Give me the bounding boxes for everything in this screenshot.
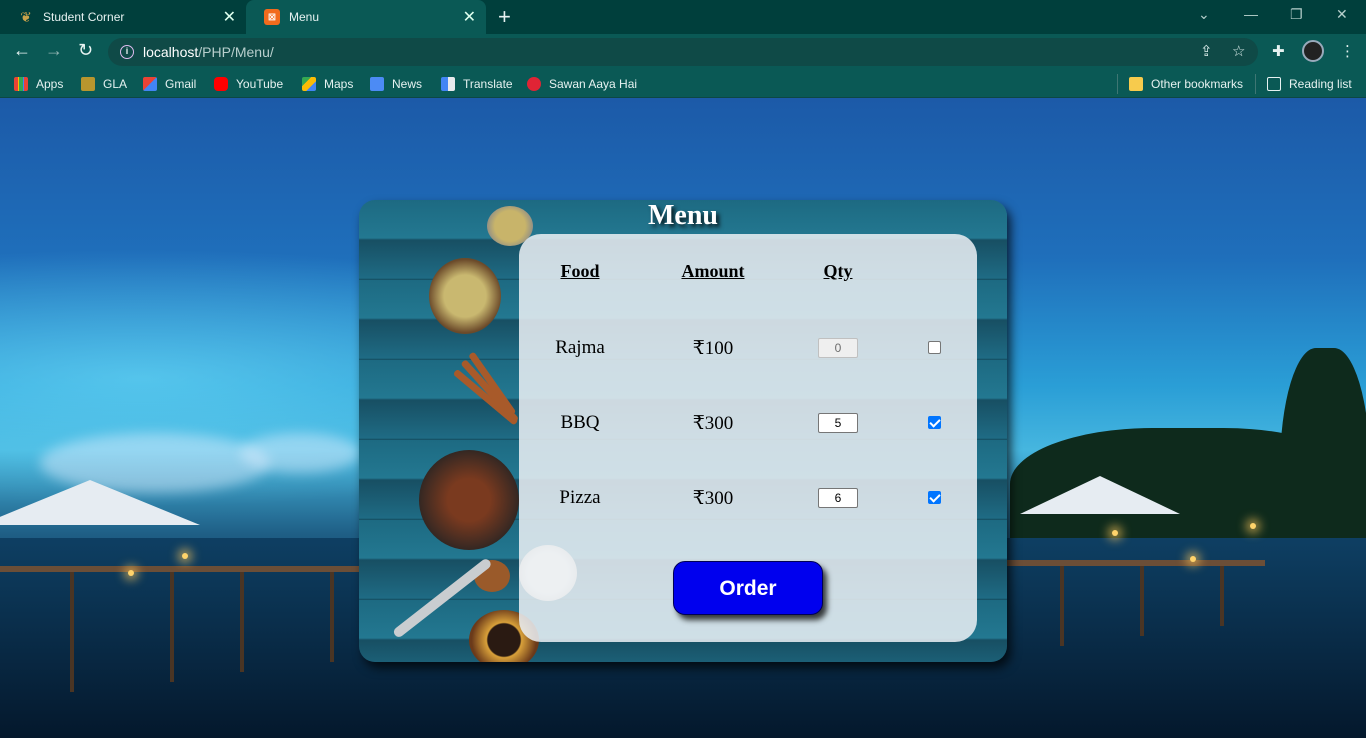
bookmark-label: Other bookmarks: [1151, 77, 1244, 91]
bookmark-news[interactable]: News: [370, 77, 422, 91]
lamp-light: [128, 570, 134, 576]
close-tab-icon[interactable]: ✕: [223, 7, 236, 27]
new-tab-icon[interactable]: +: [498, 4, 511, 30]
more-menu-icon[interactable]: ⋮: [1340, 42, 1355, 60]
pier-post: [170, 572, 174, 682]
bookmarks-divider: [1255, 74, 1256, 94]
lamp-light: [182, 553, 188, 559]
header-food: Food: [560, 261, 600, 281]
tent-roof: [0, 480, 200, 525]
xampp-favicon-icon: ⊠: [264, 9, 280, 25]
food-amount: ₹300: [692, 413, 734, 434]
bookmark-star-icon[interactable]: ☆: [1232, 42, 1245, 60]
bookmark-sawan-aaya-hai[interactable]: Sawan Aaya Hai: [527, 77, 637, 91]
qty-input[interactable]: 6: [818, 488, 858, 508]
bookmark-label: Sawan Aaya Hai: [549, 77, 638, 91]
apps-grid-icon: [14, 77, 28, 91]
pier-post: [1140, 566, 1144, 636]
cardamom-bowl: [429, 258, 501, 334]
food-name: Pizza: [559, 487, 601, 508]
menu-title: Menu: [648, 200, 718, 231]
cloud: [240, 433, 360, 473]
forward-arrow-icon[interactable]: →: [45, 40, 63, 61]
header-qty: Qty: [823, 261, 853, 281]
food-amount: ₹300: [692, 488, 734, 509]
star-anise-bowl: [419, 450, 519, 550]
profile-avatar[interactable]: [1302, 40, 1324, 62]
tab-student-corner[interactable]: ❦ Student Corner ✕: [0, 0, 246, 34]
tab-strip: ❦ Student Corner ✕ ⊠ Menu ✕ + ⌄ — ❐ ✕: [0, 0, 1366, 34]
bookmark-translate[interactable]: Translate: [441, 77, 513, 91]
bookmark-label: Maps: [324, 77, 354, 91]
pier-deck: [0, 566, 360, 572]
share-icon[interactable]: ⇪: [1200, 42, 1213, 60]
bookmark-maps[interactable]: Maps: [302, 77, 353, 91]
reload-icon[interactable]: ↻: [78, 40, 93, 61]
lamp-light: [1112, 530, 1118, 536]
pier-post: [240, 572, 244, 672]
reading-list-button[interactable]: Reading list: [1267, 77, 1352, 91]
food-name: BBQ: [560, 412, 600, 433]
select-checkbox[interactable]: [928, 491, 941, 504]
food-amount: ₹100: [692, 338, 734, 359]
url-text[interactable]: localhost/PHP/Menu/: [143, 44, 274, 60]
select-checkbox[interactable]: [928, 341, 941, 354]
lamp-light: [1250, 523, 1256, 529]
bookmark-label: GLA: [103, 77, 128, 91]
tab-search-chevron-icon[interactable]: ⌄: [1198, 6, 1210, 23]
extensions-puzzle-icon[interactable]: ✚: [1272, 42, 1285, 60]
bookmarks-bar: Apps GLA Gmail YouTube Maps News Transla…: [0, 70, 1366, 98]
translate-icon: [441, 77, 455, 91]
close-tab-icon[interactable]: ✕: [463, 7, 476, 27]
tab-title: Student Corner: [43, 10, 125, 24]
bookmark-label: Translate: [463, 77, 513, 91]
youtube-icon: [214, 77, 228, 91]
menu-card: Menu Food Amount Qty Rajma ₹100 0 BBQ ₹3…: [359, 200, 1007, 662]
news-icon: [370, 77, 384, 91]
header-amount: Amount: [681, 261, 745, 281]
tab-menu[interactable]: ⊠ Menu ✕: [246, 0, 486, 34]
tent-roof: [1020, 476, 1180, 514]
info-icon[interactable]: i: [120, 45, 134, 59]
bookmark-gmail[interactable]: Gmail: [143, 77, 196, 91]
lamp-light: [1190, 556, 1196, 562]
bookmark-other-bookmarks[interactable]: Other bookmarks: [1129, 77, 1243, 91]
bookmarks-divider: [1117, 74, 1118, 94]
select-checkbox[interactable]: [928, 416, 941, 429]
bookmark-apps[interactable]: Apps: [14, 77, 63, 91]
order-button[interactable]: Order: [673, 561, 823, 615]
pier-post: [70, 572, 74, 692]
back-arrow-icon[interactable]: ←: [13, 40, 31, 61]
pier-post: [1220, 566, 1224, 626]
minimize-icon[interactable]: —: [1244, 6, 1258, 22]
folder-icon: [1129, 77, 1143, 91]
pier-post: [1060, 566, 1064, 646]
pier-deck: [1005, 560, 1265, 566]
restore-icon[interactable]: ❐: [1290, 6, 1303, 23]
bookmark-label: News: [392, 77, 423, 91]
bookmark-label: Apps: [36, 77, 64, 91]
bookmark-label: YouTube: [236, 77, 284, 91]
bookmark-label: Reading list: [1289, 77, 1352, 91]
gmail-icon: [143, 77, 157, 91]
bookmark-gla[interactable]: GLA: [81, 77, 127, 91]
tab-title: Menu: [289, 10, 320, 24]
address-bar[interactable]: i localhost/PHP/Menu/ ⇪ ☆: [108, 38, 1258, 66]
bookmark-youtube[interactable]: YouTube: [214, 77, 283, 91]
food-name: Rajma: [555, 337, 605, 358]
browser-toolbar: ← → ↻ i localhost/PHP/Menu/ ⇪ ☆ ✚ ⋮: [0, 34, 1366, 70]
maps-icon: [302, 77, 316, 91]
qty-input[interactable]: 5: [818, 413, 858, 433]
qty-input[interactable]: 0: [818, 338, 858, 358]
close-window-icon[interactable]: ✕: [1336, 6, 1348, 23]
gla-icon: [81, 77, 95, 91]
reading-list-icon: [1267, 77, 1281, 91]
music-icon: [527, 77, 541, 91]
pier-post: [330, 572, 334, 662]
bookmark-label: Gmail: [165, 77, 197, 91]
student-corner-favicon-icon: ❦: [20, 8, 32, 25]
